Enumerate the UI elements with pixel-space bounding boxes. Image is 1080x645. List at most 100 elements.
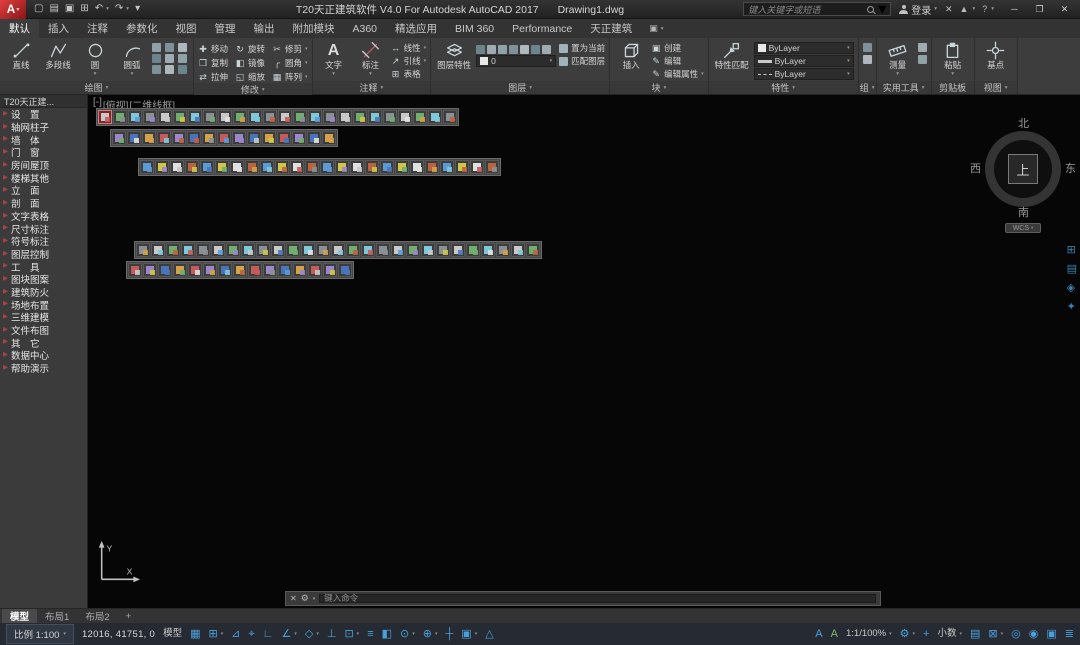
save-icon[interactable]: ▣	[65, 4, 74, 14]
toolbar-button[interactable]	[496, 243, 510, 257]
toolbar-button[interactable]	[202, 131, 216, 145]
toolbar-button[interactable]	[155, 160, 169, 174]
toolbar-button[interactable]	[166, 243, 180, 257]
leader-button[interactable]: ↗ 引线 ▾	[391, 55, 426, 67]
edit-block-button[interactable]: ✎ 编辑	[651, 55, 704, 67]
toolbar-button[interactable]	[331, 243, 345, 257]
annotation-visibility-icon[interactable]: A	[815, 628, 822, 640]
toolbar-button[interactable]	[365, 160, 379, 174]
toolbar-button[interactable]	[128, 263, 142, 277]
layout-tab-布局1[interactable]: 布局1	[37, 609, 77, 623]
scale-button[interactable]: ◱ 缩放	[235, 71, 265, 83]
sidebar-item[interactable]: ▶ 三维建模	[0, 311, 87, 324]
ribbon-tab-精选应用[interactable]: 精选应用	[386, 19, 446, 38]
toolbar-button[interactable]	[218, 263, 232, 277]
toolbar-button[interactable]	[353, 110, 367, 124]
sidebar-item[interactable]: ▶ 建筑防火	[0, 286, 87, 299]
tool-icon[interactable]	[520, 45, 530, 54]
sidebar-item[interactable]: ▶ 图块图案	[0, 273, 87, 286]
close-button[interactable]: ✕	[1052, 0, 1077, 19]
exchange-apps-icon[interactable]: ✕	[945, 4, 953, 14]
annotation-monitor-icon[interactable]: +	[923, 628, 929, 640]
tool-icon[interactable]	[917, 55, 927, 64]
help-icon[interactable]: ?	[982, 4, 987, 14]
toolbar-button[interactable]	[361, 243, 375, 257]
layout-tab-布局2[interactable]: 布局2	[77, 609, 117, 623]
toolbar-button[interactable]	[320, 160, 334, 174]
toolbar-button[interactable]	[211, 243, 225, 257]
annotation-scale-control[interactable]: 1:1/100%	[846, 629, 886, 639]
toolbar-button[interactable]	[158, 263, 172, 277]
toolbar-button[interactable]	[406, 243, 420, 257]
selection-filtering-icon[interactable]: ▣	[461, 628, 471, 640]
fillet-button[interactable]: ╭ 圆角 ▾	[272, 57, 307, 69]
toolbar-button[interactable]	[305, 160, 319, 174]
line-button[interactable]: 直线	[4, 40, 38, 71]
toolbar-button[interactable]	[143, 263, 157, 277]
toolbar-button[interactable]	[263, 263, 277, 277]
ribbon-tab-管理[interactable]: 管理	[206, 19, 245, 38]
insert-block-button[interactable]: 插入	[614, 40, 648, 71]
object-color-combo[interactable]: ByLayer ▾	[753, 42, 854, 54]
toolbar-button[interactable]	[127, 131, 141, 145]
toolbar-button[interactable]	[218, 110, 232, 124]
toolbar-button[interactable]	[481, 243, 495, 257]
palette-toggle-icon[interactable]: ⊞	[1067, 245, 1077, 256]
infer-constraints-icon[interactable]: ⊿	[231, 628, 240, 640]
units-control[interactable]: 小数	[937, 629, 956, 639]
sidebar-item[interactable]: ▶ 设 置	[0, 108, 87, 121]
toolbar-button[interactable]	[286, 243, 300, 257]
toolbar-button[interactable]	[436, 243, 450, 257]
toolbar-button[interactable]	[260, 160, 274, 174]
sidebar-item[interactable]: ▶ 门 窗	[0, 146, 87, 159]
sidebar-item[interactable]: ▶ 文字表格	[0, 210, 87, 223]
help-search-field[interactable]: 键入关键字或短语 ▾	[743, 0, 892, 19]
toolbar-button[interactable]	[226, 243, 240, 257]
navigation-compass[interactable]: 北 南 西 东 上	[970, 119, 1076, 219]
application-menu-button[interactable]: A ▾	[0, 0, 26, 19]
toolbar-button[interactable]	[187, 131, 201, 145]
palette-pin-icon[interactable]: ✦	[1067, 302, 1077, 313]
caret-down-icon[interactable]: ▾	[313, 596, 316, 602]
toolbar-button[interactable]	[143, 110, 157, 124]
toolbar-button[interactable]	[170, 160, 184, 174]
sidebar-item[interactable]: ▶ 数据中心	[0, 349, 87, 362]
paste-button[interactable]: 粘贴 ▾	[936, 40, 970, 77]
sidebar-item[interactable]: ▶ 场地布置	[0, 298, 87, 312]
command-input[interactable]: 键入命令	[319, 594, 876, 603]
sidebar-item[interactable]: ▶ 帮助演示	[0, 362, 87, 375]
autoscale-icon[interactable]: A	[831, 628, 838, 640]
toolbar-button[interactable]	[203, 263, 217, 277]
tool-icon[interactable]	[476, 45, 486, 54]
toolbar-button[interactable]	[248, 110, 262, 124]
customization-icon[interactable]: ≣	[1065, 628, 1074, 640]
toolbar-button[interactable]	[293, 110, 307, 124]
tool-icon[interactable]	[152, 65, 161, 74]
toolbar-button[interactable]	[466, 243, 480, 257]
toolbar-button[interactable]	[376, 243, 390, 257]
object-snap-icon[interactable]: ⊡	[344, 628, 353, 640]
dynamic-ucs-icon[interactable]: ┼	[445, 628, 453, 640]
snap-mode-icon[interactable]: ⊞	[209, 628, 218, 640]
toolbar-button[interactable]	[140, 160, 154, 174]
toolbar-button[interactable]	[410, 160, 424, 174]
sidebar-item[interactable]: ▶ 墙 体	[0, 133, 87, 147]
drawing-area[interactable]: [-] [俯视] [二维线框] 北 南 西 东 上 WCS ▾ ⊞▤◈✦	[88, 95, 1080, 608]
toolbar-button[interactable]	[323, 110, 337, 124]
toolbar-button[interactable]	[200, 160, 214, 174]
toolbar-button[interactable]	[440, 160, 454, 174]
caret-down-icon[interactable]: ▾	[878, 0, 886, 19]
table-button[interactable]: ⊞ 表格	[391, 68, 427, 80]
toolbar-button[interactable]	[142, 131, 156, 145]
panel-title-groups[interactable]: 组 ▾	[858, 81, 876, 94]
tool-icon[interactable]	[165, 43, 174, 52]
toolbar-button[interactable]	[278, 110, 292, 124]
match-properties-button[interactable]: 特性匹配	[713, 40, 751, 71]
panel-title-view[interactable]: 视图 ▾	[974, 81, 1017, 94]
tool-icon[interactable]	[165, 65, 174, 74]
ribbon-tab-附加模块[interactable]: 附加模块	[284, 19, 344, 38]
wcs-control[interactable]: WCS ▾	[1005, 223, 1041, 233]
compass-top-face[interactable]: 上	[1008, 154, 1038, 184]
gizmo-icon[interactable]: △	[485, 628, 493, 640]
redo-icon[interactable]: ↷	[115, 4, 123, 14]
